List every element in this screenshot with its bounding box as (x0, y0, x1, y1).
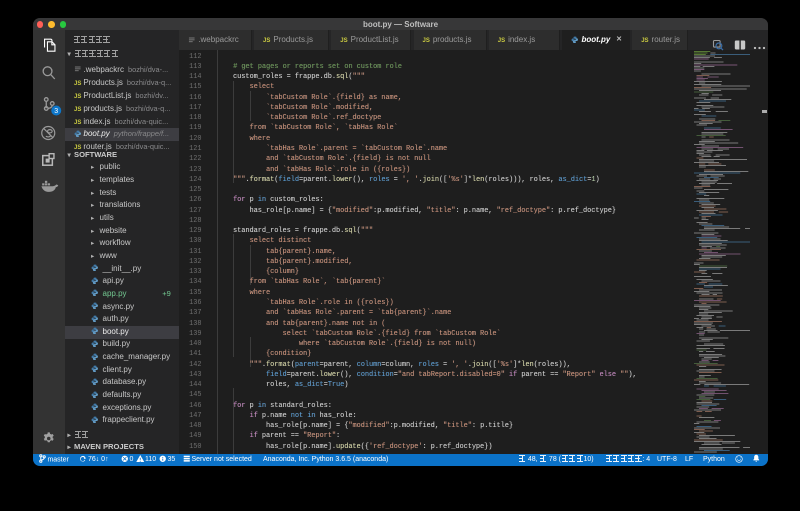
svg-text:3: 3 (54, 108, 58, 115)
